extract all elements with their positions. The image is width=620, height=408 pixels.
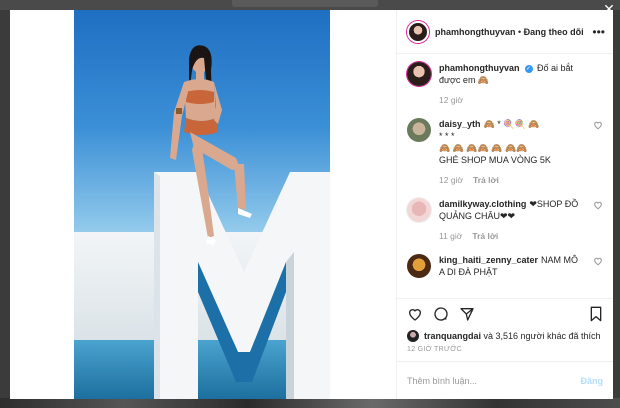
comment-item: daisy_yth 🙈 * 🍭🍭 🙈 * * * 🙈 🙈 🙈🙈 🙈 🙈🙈 GHÉ …	[407, 118, 603, 192]
caption-meta: 12 giờ	[439, 94, 585, 106]
reply-button[interactable]: Trả lời	[473, 175, 499, 185]
post-timestamp[interactable]: 12 GIỜ TRƯỚC	[397, 344, 613, 361]
post-modal: phamhongthuyvan • Đang theo dõi ••• pham…	[10, 10, 613, 399]
background-feed-strip	[0, 398, 620, 408]
header-separator: •	[515, 26, 524, 37]
post-comment-button[interactable]: Đăng	[581, 376, 604, 386]
more-options-icon[interactable]: •••	[592, 25, 605, 39]
post-header: phamhongthuyvan • Đang theo dõi •••	[397, 10, 613, 54]
model-figure	[170, 45, 252, 245]
comment-item: damilkyway.clothing ❤SHOP ĐỒ QUẢNG CHÂU❤❤…	[407, 198, 603, 248]
comment-time[interactable]: 11 giờ	[439, 231, 462, 241]
post-sidebar: phamhongthuyvan • Đang theo dõi ••• pham…	[396, 10, 613, 399]
like-comment-heart-icon[interactable]	[593, 256, 603, 266]
comment-bubble-icon[interactable]	[433, 306, 449, 322]
caption-avatar[interactable]	[407, 62, 431, 86]
liker-avatar[interactable]	[407, 330, 419, 342]
background-top-bar	[232, 0, 378, 7]
header-text: phamhongthuyvan • Đang theo dõi	[435, 27, 584, 37]
caption-item: phamhongthuyvan ✓ Đố ai bắt được em 🙈 12 …	[407, 62, 603, 112]
comment-item: king_haiti_zenny_cater NAM MÔ A DI ĐÀ PHẬ…	[407, 254, 603, 278]
author-username[interactable]: phamhongthuyvan	[435, 27, 516, 37]
comment-input[interactable]: Thêm bình luận...	[407, 376, 477, 386]
comment-text-line: * * *	[439, 131, 455, 141]
likes-text[interactable]: và 3,516 người khác đã thích	[481, 331, 601, 341]
like-heart-icon[interactable]	[407, 306, 423, 322]
comment-avatar[interactable]	[407, 254, 431, 278]
caption-username[interactable]: phamhongthuyvan	[439, 63, 520, 73]
author-avatar[interactable]	[407, 20, 429, 43]
comment-text-line: 🙈 🙈 🙈🙈 🙈 🙈🙈	[439, 143, 528, 153]
likes-summary: tranquangdai và 3,516 người khác đã thíc…	[397, 328, 613, 344]
comment-username[interactable]: damilkyway.clothing	[439, 199, 526, 209]
liker-username[interactable]: tranquangdai	[424, 331, 481, 341]
comment-username[interactable]: daisy_yth	[439, 119, 481, 129]
add-comment-bar: Thêm bình luận... Đăng	[397, 361, 613, 399]
comment-meta: 12 giờ Trả lời	[439, 174, 551, 186]
share-icon[interactable]	[459, 306, 475, 322]
caption-body: phamhongthuyvan ✓ Đố ai bắt được em 🙈 12 …	[439, 62, 603, 112]
comment-body: king_haiti_zenny_cater NAM MÔ A DI ĐÀ PHẬ…	[439, 254, 603, 278]
comment-body: damilkyway.clothing ❤SHOP ĐỒ QUẢNG CHÂU❤❤…	[439, 198, 603, 248]
comment-text-line: 🙈 * 🍭🍭 🙈	[483, 119, 540, 129]
comment-text-line: GHÉ SHOP MUA VÒNG 5K	[439, 155, 551, 165]
follow-status-button[interactable]: Đang theo dõi	[524, 27, 584, 37]
like-comment-heart-icon[interactable]	[593, 200, 603, 210]
caption-time[interactable]: 12 giờ	[439, 95, 463, 105]
comment-username[interactable]: king_haiti_zenny_cater	[439, 255, 538, 265]
comment-body: daisy_yth 🙈 * 🍭🍭 🙈 * * * 🙈 🙈 🙈🙈 🙈 🙈🙈 GHÉ …	[439, 118, 569, 192]
like-comment-heart-icon[interactable]	[593, 120, 603, 130]
reply-button[interactable]: Trả lời	[472, 231, 498, 241]
comment-meta: 11 giờ Trả lời	[439, 230, 585, 242]
comments-list: phamhongthuyvan ✓ Đố ai bắt được em 🙈 12 …	[397, 54, 613, 298]
bookmark-icon[interactable]	[589, 306, 603, 322]
comment-avatar[interactable]	[407, 198, 431, 222]
post-photo[interactable]	[74, 10, 330, 399]
post-media	[10, 10, 396, 399]
comment-time[interactable]: 12 giờ	[439, 175, 463, 185]
verified-badge-icon: ✓	[524, 64, 533, 73]
comment-avatar[interactable]	[407, 118, 431, 142]
post-actions	[397, 298, 613, 328]
